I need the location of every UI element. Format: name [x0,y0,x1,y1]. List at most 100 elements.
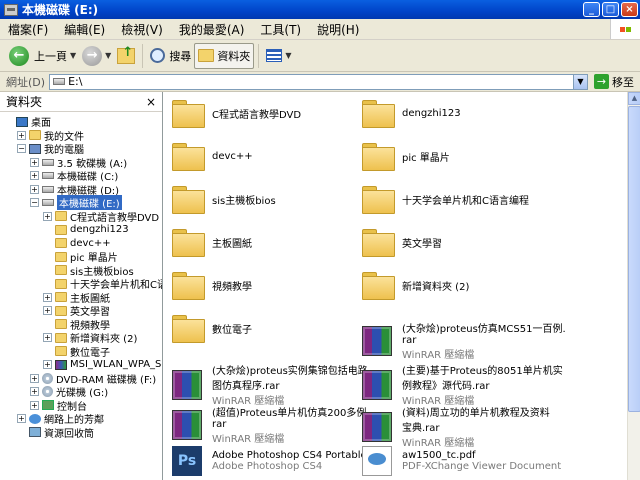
folder-item[interactable]: devc++ [172,143,253,171]
computer-icon [29,143,41,154]
tree-item[interactable]: dengzhi123 [0,223,162,237]
winrar-icon [362,369,392,400]
address-input[interactable]: E:\ ▼ [49,73,588,90]
tree-item[interactable]: 十天学会单片机和C语 [0,277,162,291]
tree-item[interactable]: + 本機磁碟 (C:) [0,169,162,183]
minimize-button[interactable]: _ [583,2,600,17]
folder-item[interactable]: 數位電子 [172,315,252,343]
recycle-bin-icon [29,427,41,438]
tree-item[interactable]: +3.5 軟碟機 (A:) [0,156,162,170]
views-button[interactable]: ▼ [263,43,294,69]
back-button[interactable]: ← 上一頁 ▼ [6,43,79,69]
address-dropdown-icon[interactable]: ▼ [573,74,587,89]
back-label: 上一頁 [34,49,67,63]
forward-dropdown-icon[interactable]: ▼ [105,51,111,60]
tree-item[interactable]: 桌面 [0,115,162,129]
close-button[interactable]: × [621,2,638,17]
expand-icon[interactable]: + [43,306,52,316]
tree-item[interactable]: + 本機磁碟 (D:) [0,183,162,197]
views-dropdown-icon[interactable]: ▼ [285,51,291,60]
tree-item[interactable]: + 光碟機 (G:) [0,385,162,399]
close-pane-icon[interactable]: × [146,95,156,109]
folder-item[interactable]: pic 單晶片 [362,143,450,171]
tree-item[interactable]: + 控制台 [0,399,162,413]
file-item[interactable]: aw1500_tc.pdf PDF-XChange Viewer Document [362,446,561,476]
scroll-up-icon[interactable]: ▲ [628,92,640,105]
winrar-icon [172,369,202,400]
tree-item[interactable]: devc++ [0,237,162,251]
folder-item[interactable]: C程式語言教學DVD [172,100,301,128]
tree-item[interactable]: pic 單晶片 [0,250,162,264]
menu-file[interactable]: 檔案(F) [0,21,56,38]
collapse-icon[interactable]: − [30,198,39,208]
tree-item[interactable]: sis主機板bios [0,264,162,278]
file-name: (大杂烩)proteus实例集锦包括电路 [212,366,368,377]
tree-item[interactable]: 資源回收筒 [0,426,162,440]
go-button[interactable]: → 移至 [588,74,640,90]
go-arrow-icon: → [594,74,609,89]
tree-item[interactable]: 數位電子 [0,345,162,359]
tree-item[interactable]: 視頻教學 [0,318,162,332]
file-label: 數位電子 [212,321,252,336]
collapse-icon[interactable]: − [17,144,26,154]
folder-item[interactable]: sis主機板bios [172,186,276,214]
folder-icon [172,272,205,300]
folder-icon [55,319,67,330]
maximize-button[interactable]: □ [602,2,619,17]
expand-icon[interactable]: + [30,387,39,397]
expand-icon[interactable]: + [17,130,26,140]
search-button[interactable]: 搜尋 [147,43,194,69]
tree-item[interactable]: − 本機磁碟 (E:) [0,195,162,211]
expand-icon[interactable]: + [30,184,39,194]
folder-item[interactable]: 視頻教學 [172,272,252,300]
expand-icon[interactable]: + [17,414,26,424]
tree-item[interactable]: + 網路上的芳鄰 [0,412,162,426]
expand-icon[interactable]: + [30,157,39,167]
file-item[interactable]: (大杂烩)proteus仿真MCS51一百例. rar WinRAR 壓縮檔 [362,320,566,361]
tree-item[interactable]: + 英文學習 [0,304,162,318]
tree-item-label: devc++ [70,237,111,249]
expand-icon[interactable]: + [30,373,39,383]
file-item[interactable]: Ps Adobe Photoshop CS4 Portable.exe Adobe … [172,446,388,476]
file-item[interactable]: (主要)基于Proteus的8051单片机实 例教程》源代码.rar WinRAR … [362,362,563,407]
folders-button[interactable]: 資料夾 [194,42,255,69]
forward-button[interactable]: → ▼ [79,43,114,69]
scroll-thumb[interactable] [628,106,640,412]
file-label: aw1500_tc.pdf PDF-XChange Viewer Document [402,450,561,472]
file-item[interactable]: (超值)Proteus单片机仿真200多例. rar WinRAR 壓縮檔 [172,404,370,445]
folder-item[interactable]: dengzhi123 [362,100,461,128]
file-label: (大杂烩)proteus实例集锦包括电路 图仿真程序.rar WinRAR 壓縮檔 [212,362,368,407]
tree-item[interactable]: + 主板圖紙 [0,291,162,305]
file-label: 主板圖紙 [212,235,252,250]
expand-icon[interactable]: + [43,292,52,302]
up-button[interactable]: ↑ [114,43,138,69]
menu-view[interactable]: 檢視(V) [113,21,171,38]
tree-item[interactable]: + 新增資料夾 (2) [0,331,162,345]
address-label: 網址(D) [6,75,46,89]
drive-icon [42,158,54,166]
file-item[interactable]: (資料)周立功的单片机教程及资料 宝典.rar WinRAR 壓縮檔 [362,404,550,449]
menu-tools[interactable]: 工具(T) [252,21,309,38]
pdf-icon [362,446,392,476]
expand-icon[interactable]: + [43,360,52,370]
expand-icon[interactable]: + [43,333,52,343]
tree-item[interactable]: + 我的文件 [0,129,162,143]
file-item[interactable]: (大杂烩)proteus实例集锦包括电路 图仿真程序.rar WinRAR 壓縮檔 [172,362,368,407]
menu-favorites[interactable]: 我的最愛(A) [171,21,253,38]
tree-item[interactable]: − 我的電腦 [0,142,162,156]
folder-item[interactable]: 英文學習 [362,229,442,257]
expand-icon[interactable]: + [30,171,39,181]
drive-icon [4,3,18,16]
expand-icon[interactable]: + [43,211,52,221]
menu-help[interactable]: 說明(H) [309,21,367,38]
tree-item[interactable]: + MSI_WLAN_WPA_Soft [0,358,162,372]
tree-item[interactable]: + DVD-RAM 磁碟機 (F:) [0,372,162,386]
vertical-scrollbar[interactable]: ▲ [627,92,640,480]
folder-item[interactable]: 主板圖紙 [172,229,252,257]
expand-icon[interactable]: + [30,400,39,410]
menu-edit[interactable]: 編輯(E) [56,21,113,38]
tree-item[interactable]: + C程式語言教學DVD [0,210,162,224]
folder-item[interactable]: 新增資料夾 (2) [362,272,469,300]
back-dropdown-icon[interactable]: ▼ [70,51,76,60]
folder-item[interactable]: 十天学会单片机和C语言编程 [362,186,529,214]
